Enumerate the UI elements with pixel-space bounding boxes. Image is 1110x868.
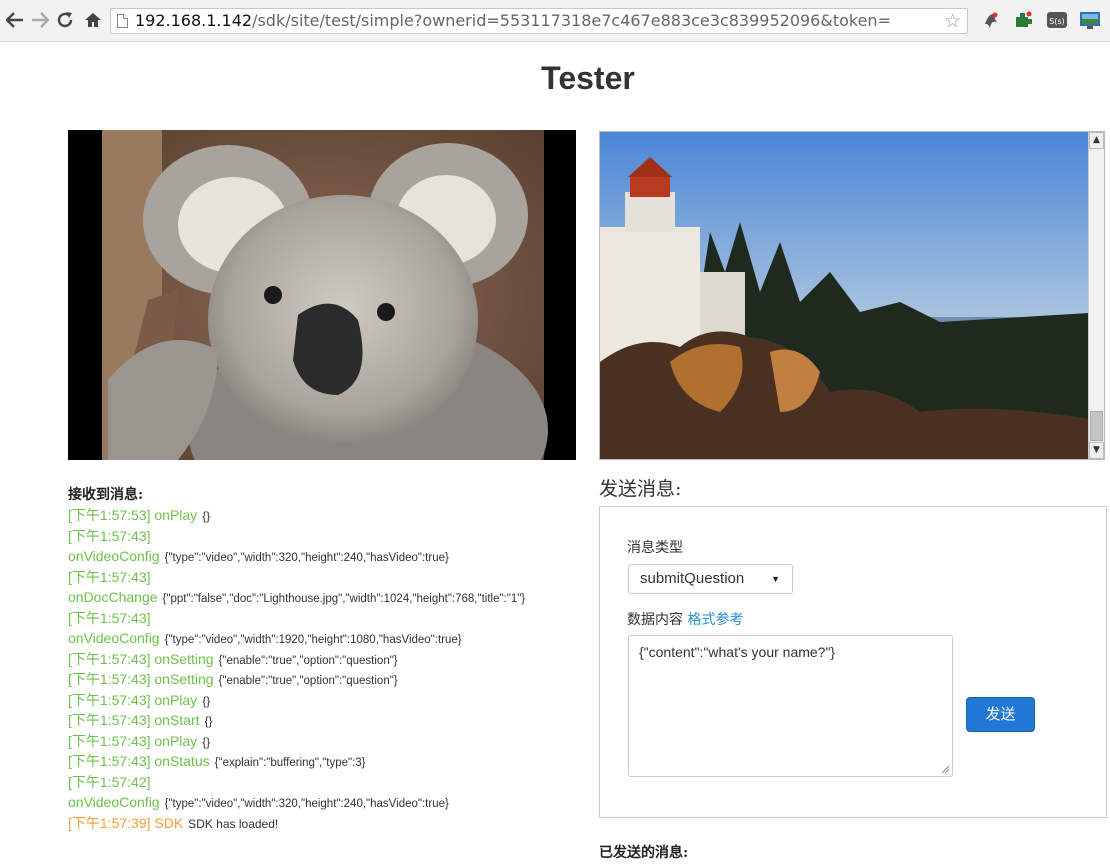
send-message-title: 发送消息: <box>599 478 682 500</box>
svg-text:S(s): S(s) <box>1049 17 1065 26</box>
log-line: [下午1:57:42] <box>68 773 151 790</box>
log-line: [下午1:57:43] onStart{} <box>68 712 213 728</box>
scrollbar[interactable]: ▲ ▼ <box>1088 132 1104 459</box>
sent-messages-title: 已发送的消息: <box>599 845 689 861</box>
format-reference-link[interactable]: 格式参考 <box>687 612 743 628</box>
browser-toolbar: 192.168.1.142/sdk/site/test/simple?owner… <box>0 0 1110 42</box>
back-icon[interactable] <box>2 9 28 31</box>
scroll-down-icon[interactable]: ▼ <box>1089 442 1104 459</box>
document-viewer[interactable]: ▲ ▼ <box>599 131 1105 460</box>
extension-icon[interactable]: S(s) <box>1046 10 1068 30</box>
page-title: Tester <box>541 60 635 96</box>
extension-icon[interactable] <box>981 10 1003 30</box>
received-messages-log: [下午1:57:53] onPlay{} [下午1:57:43] onVideo… <box>68 505 608 833</box>
log-line: [下午1:57:43] onPlay{} <box>68 732 211 749</box>
page-icon <box>117 14 128 28</box>
extension-icon[interactable] <box>1013 10 1035 30</box>
log-line-sdk: [下午1:57:39] SDK SDK has loaded! <box>68 814 279 831</box>
log-line: [下午1:57:43] onSetting {"enable":"true","o… <box>68 650 398 667</box>
message-type-label: 消息类型 <box>627 540 683 556</box>
data-content-label: 数据内容 格式参考 <box>627 612 744 628</box>
scrollbar-thumb[interactable] <box>1090 411 1103 441</box>
log-line: onVideoConfig {"type":"video","width":192… <box>68 630 462 646</box>
log-line: onVideoConfig {"type":"video","width":320… <box>68 548 449 564</box>
address-bar[interactable]: 192.168.1.142/sdk/site/test/simple?owner… <box>110 8 968 34</box>
log-line: onDocChange {"ppt":"false","doc":"Lightho… <box>68 589 526 605</box>
log-line: onVideoConfig {"type":"video","width":320… <box>68 794 449 810</box>
log-line: [下午1:57:43] onPlay{} <box>68 691 211 708</box>
screen-icon[interactable] <box>1079 10 1101 30</box>
log-line: [下午1:57:43] <box>68 609 151 626</box>
log-line: [下午1:57:43] <box>68 568 151 585</box>
url-text[interactable]: 192.168.1.142/sdk/site/test/simple?owner… <box>135 11 935 31</box>
lighthouse-image <box>600 132 1104 459</box>
forward-icon[interactable] <box>28 9 52 31</box>
reload-icon[interactable] <box>52 9 78 31</box>
message-type-select[interactable]: submitQuestion ▼ <box>628 564 793 594</box>
star-icon[interactable]: ☆ <box>944 10 961 32</box>
video-player-camera[interactable] <box>68 130 576 540</box>
send-button[interactable]: 发送 <box>966 697 1035 732</box>
log-line: [下午1:57:43] onStatus {"explain":"bufferin… <box>68 753 366 769</box>
received-messages-title: 接收到消息: <box>68 487 144 503</box>
log-line: [下午1:57:53] onPlay{} <box>68 507 211 523</box>
scroll-up-icon[interactable]: ▲ <box>1089 132 1104 149</box>
home-icon[interactable] <box>80 9 106 31</box>
koala-image <box>102 130 548 540</box>
message-type-value: submitQuestion <box>640 570 745 587</box>
chevron-down-icon: ▼ <box>771 574 780 584</box>
log-line: [下午1:57:43] <box>68 527 151 544</box>
log-line: [下午1:57:43] onSetting {"enable":"true","o… <box>68 671 398 687</box>
data-content-textarea[interactable] <box>628 635 953 777</box>
